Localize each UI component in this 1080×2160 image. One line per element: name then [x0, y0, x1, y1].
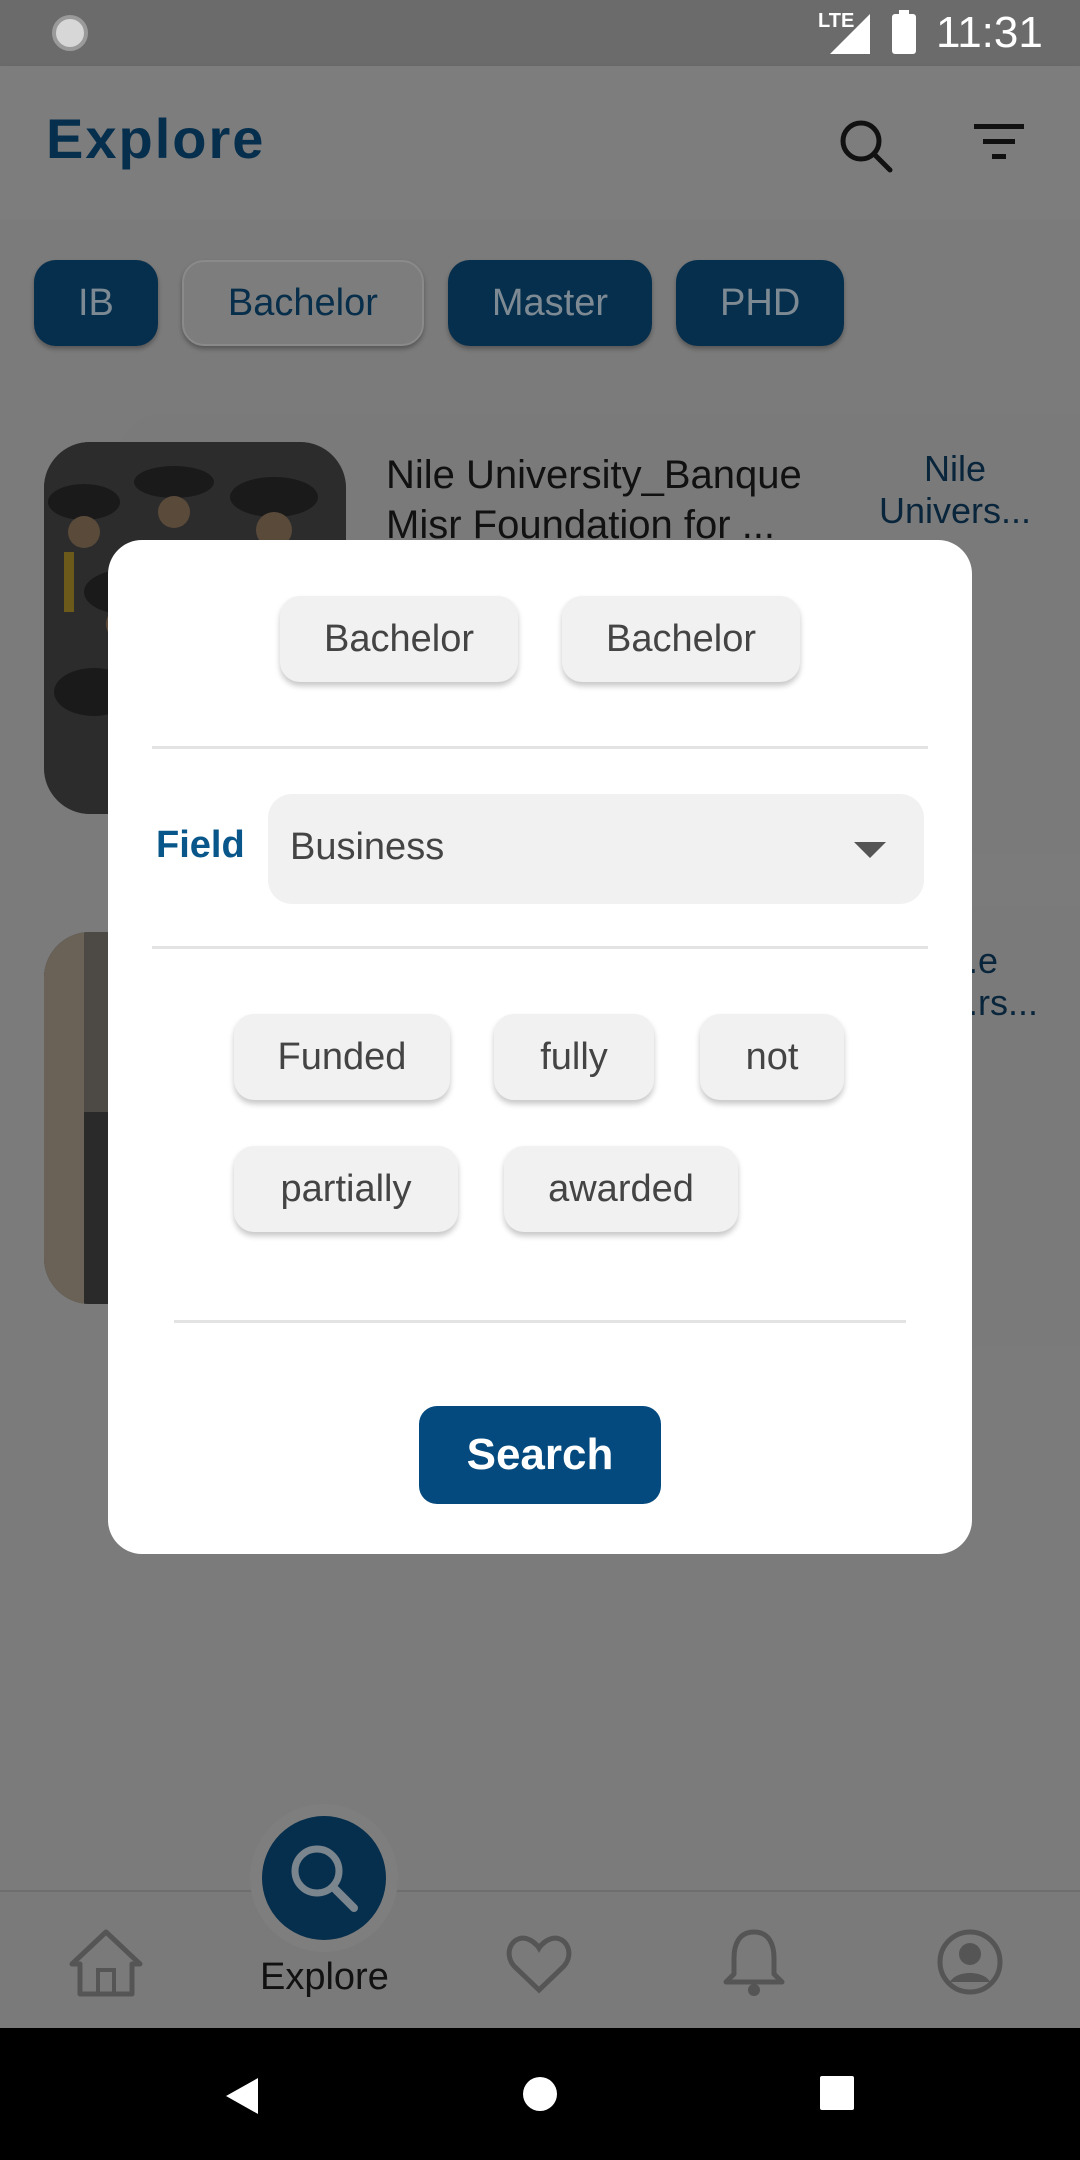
- battery-icon: [892, 10, 916, 54]
- explore-fab[interactable]: [262, 1816, 386, 1940]
- funding-option[interactable]: fully: [494, 1014, 654, 1100]
- clock: 11:31: [936, 8, 1043, 57]
- recents-icon[interactable]: [820, 2076, 854, 2110]
- system-navigation-bar: [0, 2028, 1080, 2160]
- account-icon[interactable]: [936, 1928, 1004, 1996]
- chip-bachelor[interactable]: Bachelor: [181, 260, 424, 346]
- filter-icon[interactable]: [974, 124, 1024, 160]
- home-circle-icon[interactable]: [522, 2076, 558, 2112]
- chip-phd[interactable]: PHD: [676, 260, 845, 346]
- divider: [152, 746, 928, 749]
- chevron-down-icon: [854, 842, 886, 858]
- divider: [174, 1320, 906, 1323]
- heart-icon[interactable]: [506, 1934, 572, 1994]
- card-university: Nile Univers...: [878, 448, 1032, 531]
- search-button[interactable]: Search: [419, 1406, 661, 1504]
- field-dropdown[interactable]: Business: [268, 794, 924, 904]
- chip-master[interactable]: Master: [447, 260, 653, 346]
- card-title: Nile University_Banque Misr Foundation f…: [386, 453, 802, 547]
- bottom-nav: [0, 1890, 1080, 2028]
- level-option[interactable]: Bachelor: [280, 596, 518, 682]
- search-icon[interactable]: [838, 118, 894, 174]
- signal-icon: [830, 14, 870, 54]
- level-option[interactable]: Bachelor: [562, 596, 800, 682]
- back-icon[interactable]: [224, 2076, 260, 2116]
- funding-option[interactable]: awarded: [504, 1146, 738, 1232]
- divider: [152, 946, 928, 949]
- chip-ib[interactable]: IB: [34, 260, 158, 346]
- funding-option[interactable]: partially: [234, 1146, 458, 1232]
- level-chips: IB Bachelor Master PHD: [34, 260, 845, 346]
- search-icon: [291, 1845, 358, 1912]
- field-dropdown-value: Business: [290, 826, 445, 868]
- status-bar: LTE 11:31: [0, 0, 1080, 66]
- filter-dialog: Bachelor Bachelor Field Business Funded …: [108, 540, 972, 1554]
- field-label: Field: [156, 824, 245, 866]
- app-bar: Explore: [0, 66, 1080, 220]
- home-icon[interactable]: [68, 1928, 144, 1998]
- nav-label-explore: Explore: [260, 1956, 389, 1998]
- explore-button[interactable]: [250, 1804, 398, 1952]
- funding-option[interactable]: Funded: [234, 1014, 450, 1100]
- sync-icon: [52, 15, 88, 51]
- bell-icon[interactable]: [722, 1926, 786, 1998]
- funding-option[interactable]: not: [700, 1014, 844, 1100]
- page-title: Explore: [46, 107, 266, 170]
